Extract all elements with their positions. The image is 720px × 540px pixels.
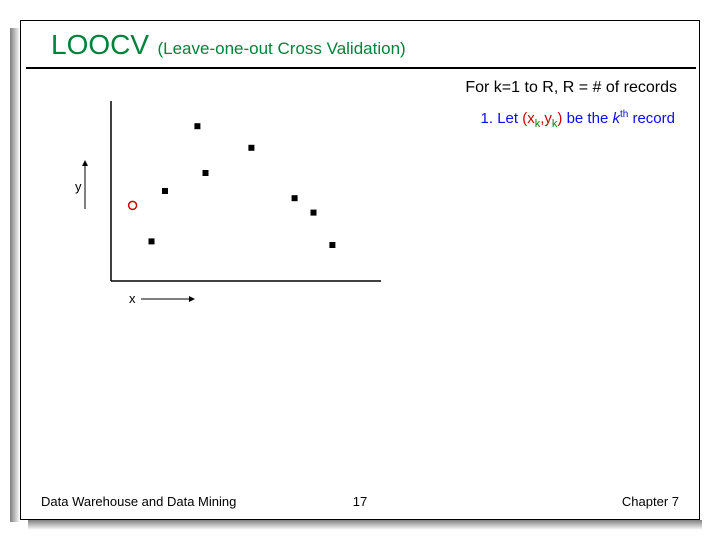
step-mid: be the [567, 110, 613, 127]
step-1-text: 1. Let (xk,yk) be the kth record [481, 109, 675, 130]
slide-frame: LOOCV (Leave-one-out Cross Validation) F… [20, 20, 700, 520]
scatter-chart: yx [71, 91, 391, 311]
chart-svg: yx [71, 91, 391, 311]
step-prefix: Let [497, 110, 522, 127]
footer-right: Chapter 7 [622, 494, 679, 509]
step-suffix: record [632, 110, 675, 127]
kth-k: k [612, 110, 620, 127]
svg-text:y: y [75, 179, 82, 194]
footer-left: Data Warehouse and Data Mining [41, 494, 236, 509]
title-subtitle: (Leave-one-out Cross Validation) [157, 39, 405, 58]
left-shadow [10, 28, 20, 522]
title-area: LOOCV (Leave-one-out Cross Validation) [26, 29, 696, 69]
kth-th: th [620, 109, 628, 120]
svg-text:x: x [129, 291, 136, 306]
page-number: 17 [353, 494, 367, 509]
bottom-shadow [28, 520, 702, 530]
yk-close: ) [557, 110, 562, 127]
step-num: 1. [481, 110, 494, 127]
yk-y: y [544, 110, 552, 127]
title-main: LOOCV [51, 29, 149, 60]
loop-text: For k=1 to R, R = # of records [465, 79, 677, 97]
footer: Data Warehouse and Data Mining 17 Chapte… [41, 494, 679, 509]
xk-x: x [527, 110, 535, 127]
